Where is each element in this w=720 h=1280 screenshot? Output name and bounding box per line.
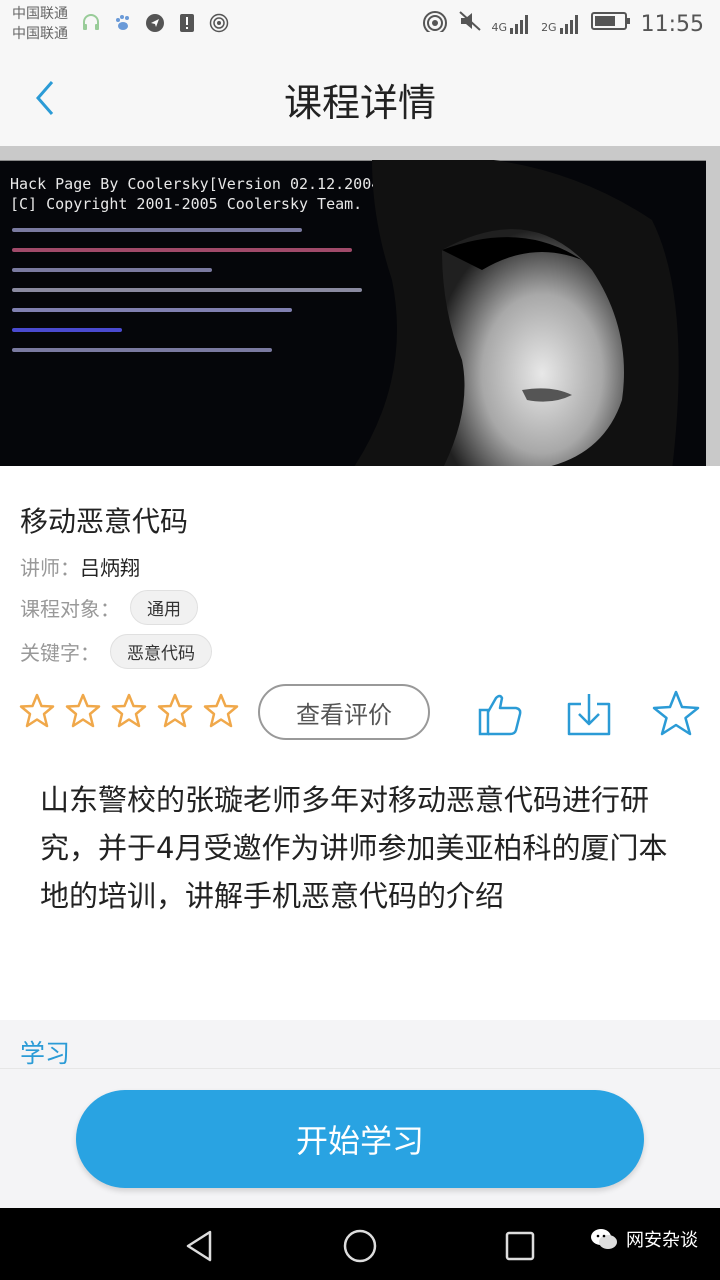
tab-study[interactable]: 学习 [20,1034,70,1070]
hotspot-icon [208,12,230,34]
star-1-icon[interactable] [18,692,56,730]
location-icon [144,12,166,34]
paw-icon [112,12,134,34]
nav-home-button[interactable] [340,1226,380,1266]
teacher-label: 讲师： [20,556,80,580]
keyword-label: 关键字： [20,641,100,665]
triangle-back-icon [186,1230,212,1262]
notification-icons [80,12,230,34]
nav-back-button[interactable] [180,1226,220,1266]
signal-icon-2: 2G [541,14,581,34]
battery-icon [590,11,631,37]
system-status: 4G 2G 11:55 [422,10,704,38]
signal-icon: 4G [492,14,532,34]
star-2-icon[interactable] [64,692,102,730]
study-tab-bar [0,1020,720,1068]
keyword-row: 关键字： 恶意代码 [20,634,212,669]
watermark: 网安杂谈 [590,1226,698,1252]
hooded-face-image [354,160,679,466]
wechat-icon [591,1229,617,1249]
cover-blurred-lines [12,228,362,368]
carrier-2: 中国联通 [12,26,68,42]
thumbs-up-icon [478,694,522,736]
teacher-name: 吕炳翔 [80,556,140,580]
app-header: 课程详情 [0,50,720,146]
carrier-1: 中国联通 [12,6,68,22]
teacher-row: 讲师： 吕炳翔 [20,552,140,581]
nav-recents-button[interactable] [500,1226,540,1266]
audience-label: 课程对象： [20,597,120,621]
star-3-icon[interactable] [110,692,148,730]
cover-toolbar [0,146,720,161]
star-5-icon[interactable] [202,692,240,730]
watermark-text: 网安杂谈 [626,1230,698,1251]
status-bar: 中国联通 中国联通 4G 2G 11:55 [0,0,720,50]
course-title: 移动恶意代码 [20,505,189,538]
start-learning-button[interactable]: 开始学习 [76,1090,644,1188]
circle-home-icon [343,1229,377,1263]
network-type-2: 2G [541,21,557,34]
like-button[interactable] [474,688,526,740]
alert-icon [176,12,198,34]
square-recents-icon [505,1231,535,1261]
star-4-icon[interactable] [156,692,194,730]
audience-tag: 通用 [130,590,198,625]
rating-stars[interactable] [18,692,240,730]
download-button[interactable] [563,688,615,740]
download-icon [567,694,611,736]
mute-icon [458,10,482,38]
star-icon [652,690,700,736]
keyword-tag: 恶意代码 [110,634,212,669]
wifi-icon [422,10,448,38]
view-reviews-button[interactable]: 查看评价 [258,684,430,740]
network-type-1: 4G [491,21,508,34]
headset-icon [80,12,102,34]
course-description: 山东警校的张璇老师多年对移动恶意代码进行研究，并于4月受邀作为讲师参加美亚柏科的… [40,783,668,913]
course-cover-image: Hack Page By Coolersky[Version 02.12.200… [0,146,720,466]
cover-scrollbar [706,160,720,466]
audience-row: 课程对象： 通用 [20,590,198,625]
clock: 11:55 [640,11,704,37]
favorite-button[interactable] [650,688,702,740]
page-title: 课程详情 [283,81,436,125]
carrier-info: 中国联通 中国联通 [12,4,68,44]
